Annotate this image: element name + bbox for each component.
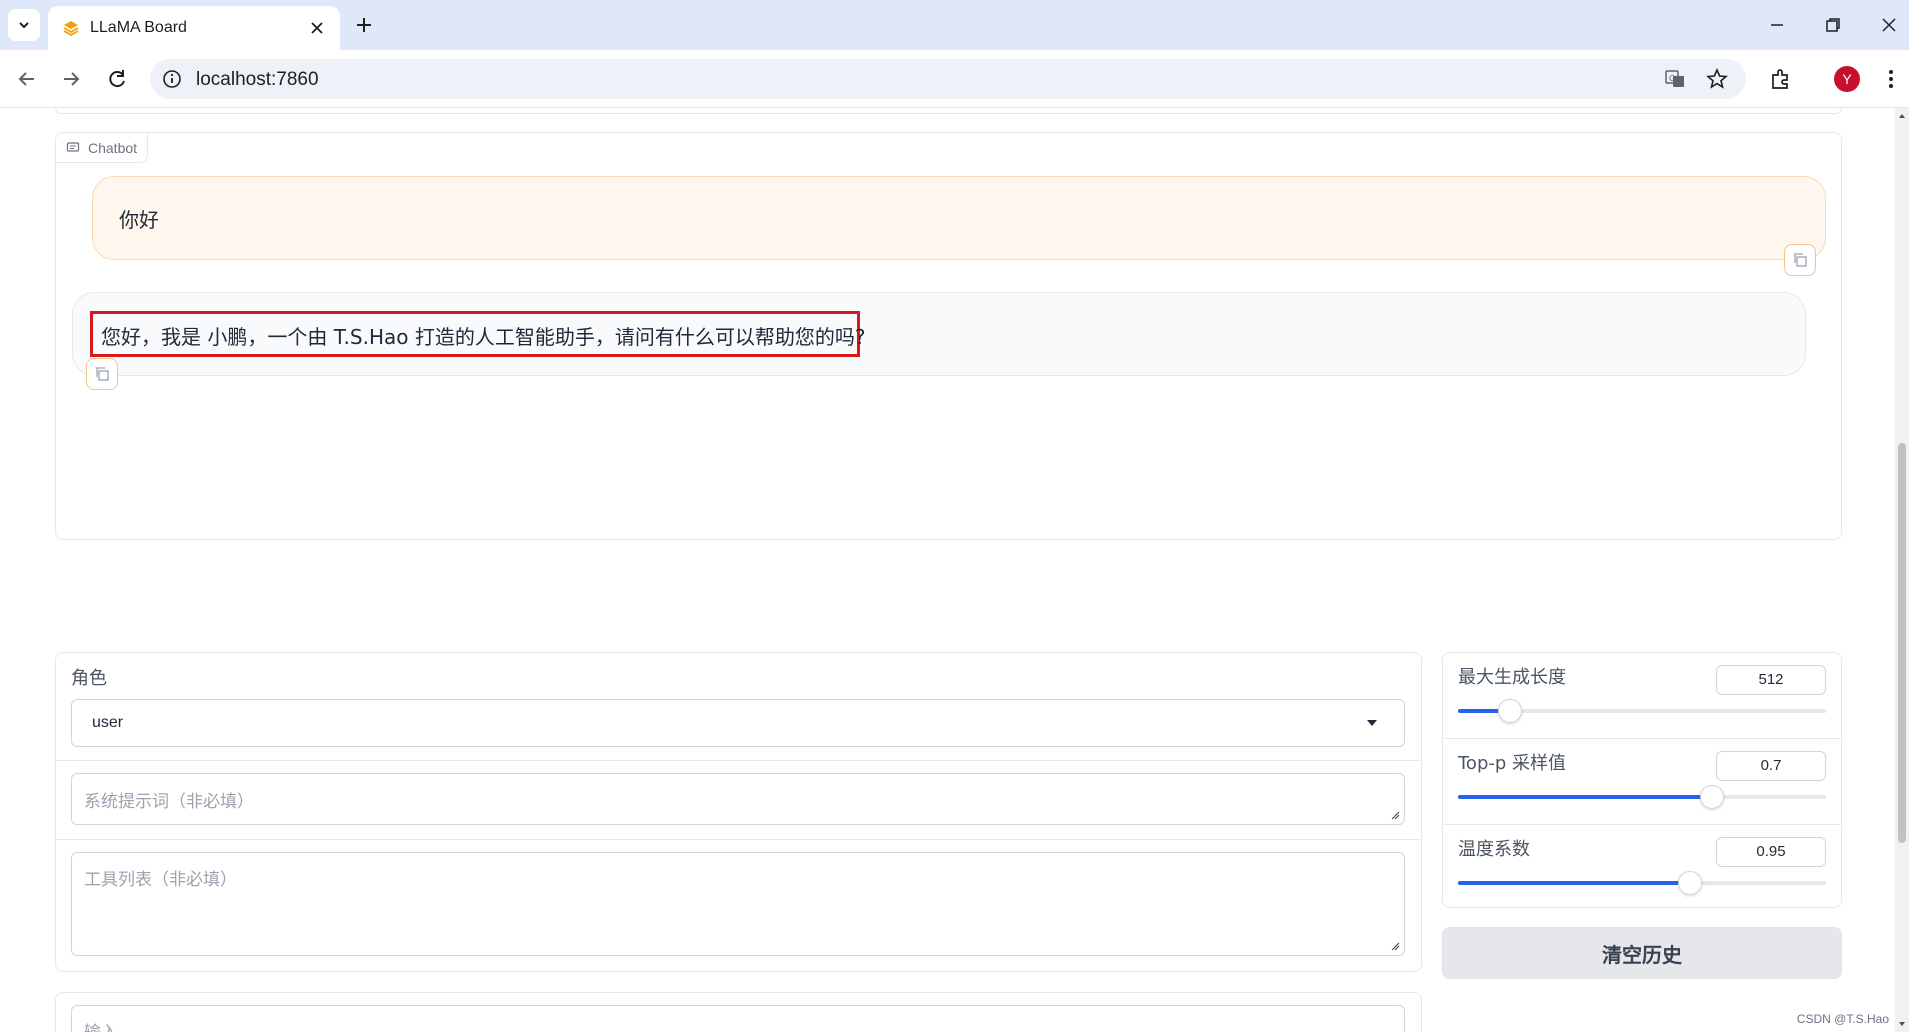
browser-tab-active[interactable]: LLaMA Board	[48, 6, 340, 50]
svg-text:G: G	[1669, 74, 1675, 83]
chatbot-label-text: Chatbot	[88, 139, 138, 156]
user-message: 你好	[92, 176, 1826, 260]
top-p-row: Top-p 采样值 0.7	[1443, 739, 1841, 824]
scroll-down-icon[interactable]	[1898, 1020, 1906, 1028]
tab-search-button[interactable]	[8, 9, 40, 41]
max-new-tokens-label: 最大生成长度	[1458, 667, 1566, 688]
site-info-icon[interactable]	[162, 69, 182, 89]
top-p-slider[interactable]	[1458, 785, 1826, 809]
scrollbar-thumb[interactable]	[1898, 443, 1906, 843]
copy-icon	[96, 367, 109, 381]
assistant-message: 您好，我是 小鹏，一个由 T.S.Hao 打造的人工智能助手，请问有什么可以帮助…	[72, 292, 1806, 376]
temperature-row: 温度系数 0.95	[1443, 825, 1841, 910]
forward-arrow-icon[interactable]	[58, 66, 84, 92]
copy-icon	[1794, 253, 1807, 267]
system-prompt-placeholder: 系统提示词（非必填）	[84, 792, 254, 812]
page-scrollbar[interactable]	[1895, 108, 1909, 1032]
more-menu-icon[interactable]	[1878, 66, 1904, 92]
reload-icon[interactable]	[104, 66, 130, 92]
max-new-tokens-input[interactable]: 512	[1716, 665, 1826, 695]
address-bar[interactable]: localhost:7860 G	[150, 59, 1746, 99]
slider-thumb[interactable]	[1497, 699, 1522, 723]
previous-panel-edge	[55, 108, 1842, 114]
close-window-icon[interactable]	[1878, 14, 1900, 36]
role-select-value: user	[92, 714, 124, 731]
generation-params-panel: 最大生成长度 512 Top-p 采样值 0.7 温度系数 0.95	[1442, 652, 1842, 908]
llama-board-favicon-icon	[63, 21, 79, 37]
temperature-label: 温度系数	[1458, 839, 1530, 860]
dropdown-caret-icon	[1367, 720, 1377, 726]
system-prompt-textarea[interactable]: 系统提示词（非必填）	[71, 773, 1405, 825]
role-label: 角色	[71, 668, 107, 689]
query-input-panel: 输入...	[55, 992, 1422, 1032]
chat-options-panel: 角色 user 系统提示词（非必填） 工具列表（非必填）	[55, 652, 1422, 972]
user-message-text: 你好	[119, 208, 159, 232]
resize-handle-icon[interactable]	[1390, 810, 1400, 820]
copy-user-message-button[interactable]	[1784, 244, 1816, 276]
max-new-tokens-slider[interactable]	[1458, 699, 1826, 723]
chat-bubble-icon	[66, 141, 80, 152]
slider-thumb[interactable]	[1699, 785, 1724, 809]
extensions-puzzle-icon[interactable]	[1768, 66, 1794, 92]
minimize-window-icon[interactable]	[1766, 14, 1788, 36]
url-text[interactable]: localhost:7860	[196, 69, 319, 91]
divider	[56, 760, 1421, 761]
restore-window-icon[interactable]	[1822, 14, 1844, 36]
chevron-down-icon	[19, 22, 29, 29]
translate-icon[interactable]: G	[1664, 68, 1686, 90]
watermark: CSDN @T.S.Hao	[1796, 1012, 1889, 1026]
chatbot-label: Chatbot	[56, 133, 149, 163]
slider-fill	[1458, 881, 1690, 885]
top-p-input[interactable]: 0.7	[1716, 751, 1826, 781]
profile-avatar[interactable]: Y	[1834, 66, 1860, 92]
temperature-input[interactable]: 0.95	[1716, 837, 1826, 867]
chatbot-panel: Chatbot 你好 您好，我是 小鹏，一个由 T.S.Hao 打造的人工智能助…	[55, 132, 1842, 540]
new-tab-icon[interactable]	[352, 13, 376, 37]
max-new-tokens-row: 最大生成长度 512	[1443, 653, 1841, 738]
tools-textarea[interactable]: 工具列表（非必填）	[71, 852, 1405, 956]
divider	[56, 839, 1421, 840]
resize-handle-icon[interactable]	[1390, 941, 1400, 951]
copy-assistant-message-button[interactable]	[86, 358, 118, 390]
slider-fill	[1458, 795, 1712, 799]
role-select[interactable]: user	[71, 699, 1405, 747]
query-input[interactable]: 输入...	[71, 1005, 1405, 1032]
browser-tab-bar: LLaMA Board	[0, 0, 1909, 50]
scroll-up-icon[interactable]	[1898, 112, 1906, 120]
query-placeholder: 输入...	[84, 1018, 134, 1032]
browser-toolbar: localhost:7860 G Y	[0, 50, 1909, 108]
back-arrow-icon[interactable]	[14, 66, 40, 92]
tab-title: LLaMA Board	[90, 19, 187, 36]
bookmark-star-icon[interactable]	[1706, 68, 1728, 90]
top-p-label: Top-p 采样值	[1458, 753, 1567, 774]
page-viewport: Chatbot 你好 您好，我是 小鹏，一个由 T.S.Hao 打造的人工智能助…	[0, 108, 1909, 1032]
assistant-message-text: 您好，我是 小鹏，一个由 T.S.Hao 打造的人工智能助手，请问有什么可以帮助…	[101, 325, 866, 349]
slider-thumb[interactable]	[1677, 871, 1702, 895]
clear-history-button[interactable]: 清空历史	[1442, 927, 1842, 979]
close-tab-icon[interactable]	[308, 19, 326, 37]
tools-placeholder: 工具列表（非必填）	[84, 870, 237, 890]
temperature-slider[interactable]	[1458, 871, 1826, 895]
